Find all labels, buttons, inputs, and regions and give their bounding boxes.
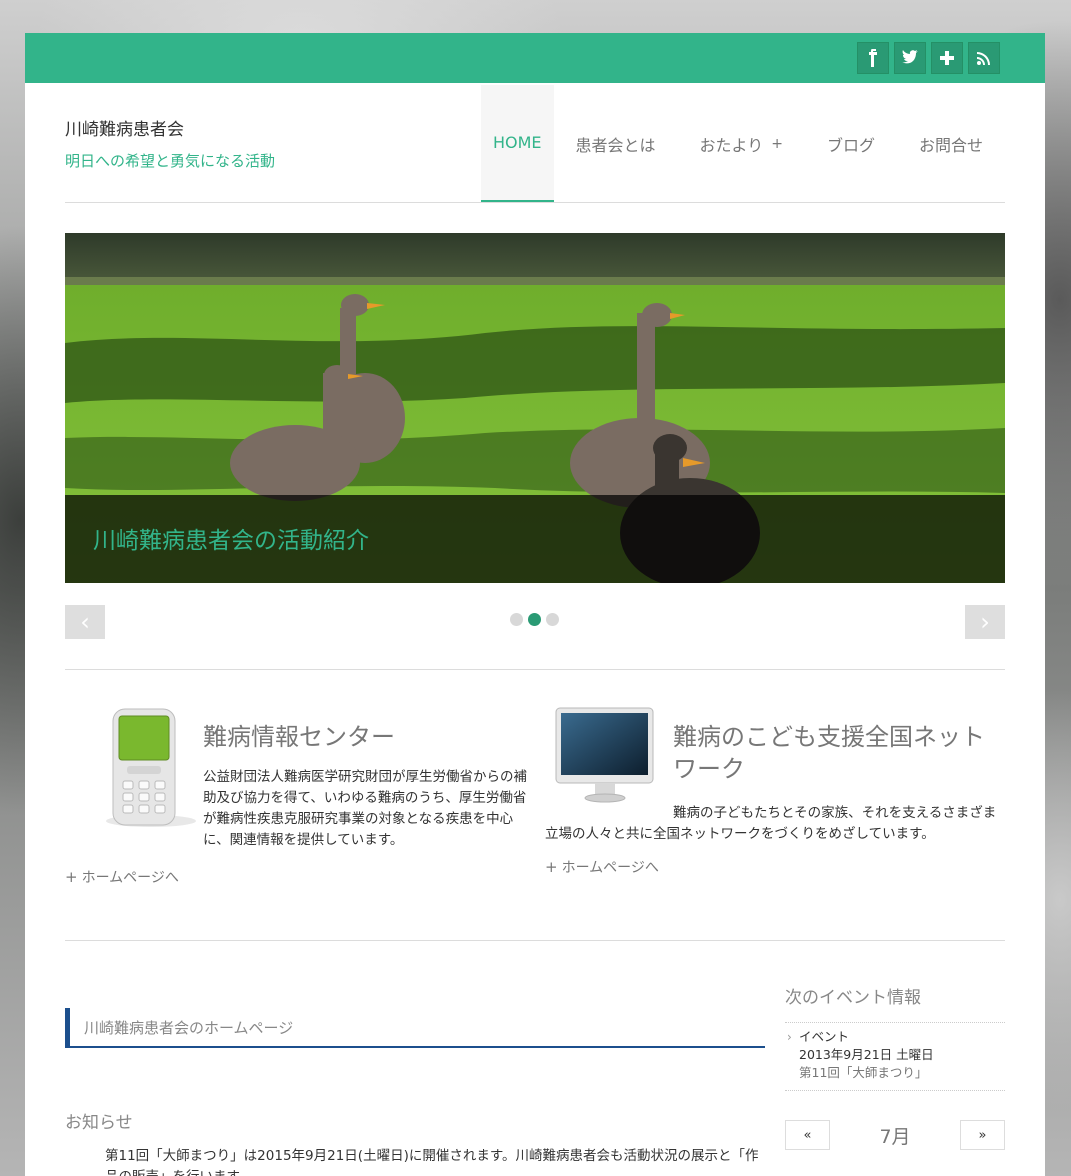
feature-text: 難病の子どもたちとその家族、それを支えるさまざま立場の人々と共に全国ネットワーク… [545,805,997,842]
feature-children-network: 難病のこども支援全国ネットワーク [673,721,1003,785]
site-title[interactable]: 川崎難病患者会 [65,115,184,140]
feature-link-label[interactable]: ホームページへ [82,867,179,887]
social-links [857,42,1000,74]
slide-caption-text[interactable]: 川崎難病患者会の活動紹介 [93,521,369,555]
image-slider[interactable]: 川崎難病患者会の活動紹介 [65,233,1005,583]
feature-link-label[interactable]: ホームページへ [562,857,659,877]
nav-label: 患者会とは [575,135,656,155]
calendar-prev-label: « [803,1127,812,1143]
slider-dot[interactable] [546,613,559,626]
feature-text-block: 難病の子どもたちとその家族、それを支えるさまざま立場の人々と共に全国ネットワーク… [545,803,1000,845]
nav-label: HOME [492,133,542,152]
facebook-icon[interactable] [857,42,889,74]
calendar-nav: « 7月 » [785,1120,1005,1152]
nav-item-contact[interactable]: お問合せ [897,85,1005,202]
event-name[interactable]: 第11回「大師まつり」 [799,1064,1005,1082]
slider-dot-active[interactable] [528,613,541,626]
chevron-right-icon: › [787,1030,792,1044]
events-widget-title: 次のイベント情報 [785,983,1005,1023]
nav-item-news[interactable]: おたより + [678,85,805,202]
feature-text: 公益財団法人難病医学研究財団が厚生労働省からの補助及び協力を得て、いわゆる難病の… [203,769,527,848]
sidebar: 次のイベント情報 › イベント 2013年9月21日 土曜日 第11回「大師まつ… [785,983,1005,1176]
page-heading: 川崎難病患者会のホームページ [65,1008,765,1048]
event-category: イベント [799,1029,850,1044]
slider-prev-button[interactable]: ‹ [65,605,105,639]
notice-title: お知らせ [65,1113,133,1133]
feature-nanbyo-info: 難病情報センター 公益財団法人難病医学研究財団が厚生労働省からの補助及び協力を得… [203,721,528,851]
nav-label: ブログ [826,135,875,155]
notice-text: 第11回「大師まつり」は2015年9月21日(土曜日)に開催されます。川崎難病患… [105,1148,759,1176]
event-item[interactable]: › イベント 2013年9月21日 土曜日 第11回「大師まつり」 [785,1028,1005,1091]
plus-icon: + [545,858,558,876]
top-bar [25,33,1045,83]
event-date: 2013年9月21日 土曜日 [799,1047,934,1062]
divider [65,940,1005,941]
calendar-next-label: » [978,1127,987,1143]
site-description: 明日への希望と勇気になる活動 [65,152,276,170]
feature-title[interactable]: 難病のこども支援全国ネットワーク [673,721,1003,785]
plus-icon[interactable] [931,42,963,74]
slider-pagination [510,613,559,626]
plus-icon: + [65,868,78,886]
feature-link[interactable]: + ホームページへ [65,867,179,887]
nav-label: お問合せ [918,135,983,155]
main-nav: HOME 患者会とは おたより + ブログ お問合せ [480,85,1005,202]
slider-dot[interactable] [510,613,523,626]
slide-caption: 川崎難病患者会の活動紹介 [65,495,1005,583]
mobile-phone-icon [91,701,201,831]
calendar-month: 7月 [879,1126,911,1148]
page-container: 川崎難病患者会 明日への希望と勇気になる活動 HOME 患者会とは おたより + … [25,33,1045,1176]
nav-item-home[interactable]: HOME [480,85,554,202]
feature-title[interactable]: 難病情報センター [203,721,528,753]
nav-item-blog[interactable]: ブログ [805,85,897,202]
twitter-icon[interactable] [894,42,926,74]
calendar-next-button[interactable]: » [960,1120,1005,1150]
feature-link[interactable]: + ホームページへ [545,857,659,877]
slider-next-button[interactable]: › [965,605,1005,639]
nav-item-about[interactable]: 患者会とは [554,85,678,202]
main-content: 川崎難病患者会のホームページ お知らせ 第11回「大師まつり」は2015年9月2… [65,1008,765,1176]
monitor-icon [553,705,658,810]
rss-icon[interactable] [968,42,1000,74]
divider [65,669,1005,670]
expand-plus-icon[interactable]: + [771,136,783,152]
nav-label: おたより [699,135,764,155]
calendar-prev-button[interactable]: « [785,1120,830,1150]
site-header: 川崎難病患者会 明日への希望と勇気になる活動 HOME 患者会とは おたより + … [65,83,1005,203]
